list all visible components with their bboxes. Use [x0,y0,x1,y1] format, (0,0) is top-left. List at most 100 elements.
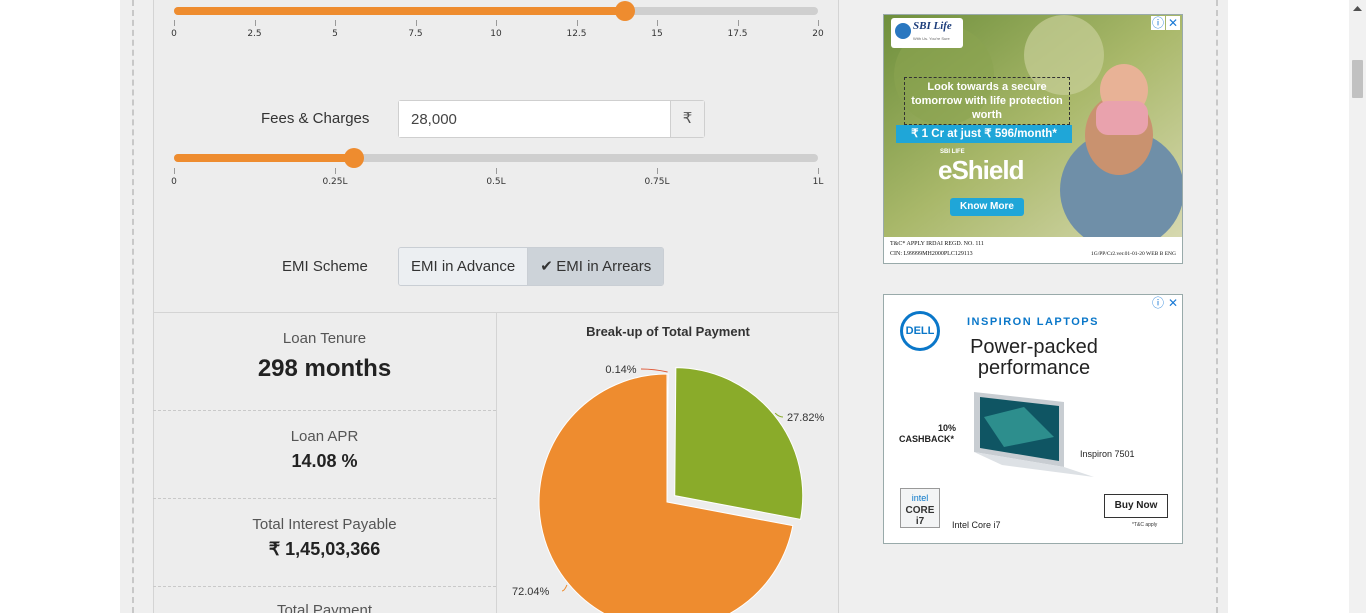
check-icon: ✔ [540,258,553,275]
slider-tick-label: 0.75L [644,177,670,187]
pie-data-label: 72.04% [512,586,550,598]
slider-tick-label: 7.5 [408,29,423,39]
slider-tick [657,20,658,26]
fees-input-group: ₹ [398,100,705,138]
emi-scheme-toggle: EMI in Advance ✔ EMI in Arrears [398,247,665,286]
slider-tick-label: 17.5 [727,29,748,39]
slider-tick-label: 10 [490,29,502,39]
right-dashed-border [1216,0,1218,613]
slider-tick [818,20,819,26]
slider-handle[interactable] [614,1,635,21]
pie-data-label: 0.14% [605,364,636,376]
fees-ticks: 0 0.25L 0.5L 0.75L 1L [171,168,823,188]
pie-connector [561,584,568,592]
slider-tick-label: 20 [812,29,824,39]
total-interest-stat: Total Interest Payable ₹ 1,45,03,366 [153,516,496,560]
ad1-disclaimer-1: T&C* APPLY IRDAI REGD. NO. 111 [890,241,984,247]
cashback-pct: 10% [938,423,957,433]
left-dashed-border [132,0,134,613]
dell-ad[interactable]: DELL INSPIRON LAPTOPS Power-packed perfo… [883,294,1183,544]
dell-tagline: INSPIRON LAPTOPS [967,316,1099,328]
emi-arrears-button[interactable]: ✔ EMI in Arrears [527,248,664,285]
loan-apr-value: 14.08 % [291,451,358,471]
pie-connector [774,412,784,418]
fees-label: Fees & Charges [261,110,370,127]
sbi-life-sub: With Us. You're Sure [913,36,950,41]
scrollbar-thumb[interactable] [1352,60,1363,98]
total-payment-stat: Total Payment [153,602,496,613]
dell-headline: Power-packed performance [970,336,1098,379]
slider-tick-label: 5 [332,29,338,39]
sbi-life-logo: SBI Life With Us. You're Sure [891,18,963,48]
core-i7-label: CORE i7 [905,505,935,527]
pie-connector [640,368,668,373]
slider-tick [576,20,578,26]
ad-info-icon[interactable]: ⓘ [1151,16,1165,30]
sbi-logo-icon [895,23,911,39]
buy-now-button[interactable]: Buy Now [1104,494,1168,518]
slider-tick [254,20,256,26]
slider-tick-label: 12.5 [566,29,587,39]
chart-title: Break-up of Total Payment [586,324,750,339]
ad1-disclaimer-2: CIN: L99999MH2000PLC129113 [890,251,973,257]
loan-tenure-slider[interactable] [174,1,818,21]
slider-tick-label: 0.25L [322,177,348,187]
slider-tick-label: 0 [171,29,177,39]
slider-tick [415,20,417,26]
laptop-model: Inspiron 7501 [1080,449,1135,459]
stat-divider [153,410,496,411]
fees-slider[interactable] [174,148,818,168]
total-payment-label: Total Payment [276,602,373,613]
slider-tick-label: 1L [812,177,824,187]
slider-tick [174,20,175,26]
emi-scheme-label: EMI Scheme [282,258,368,275]
rupee-addon: ₹ [670,101,704,137]
slider-tick [496,168,497,174]
pie-chart: 0.14% 27.82% 72.04% [512,364,825,613]
loan-tenure-value: 298 months [257,355,392,382]
loan-tenure-stat: Loan Tenure 298 months [153,330,496,383]
ad-close-icon[interactable]: ✕ [1166,16,1180,30]
dell-tc: *T&C apply [1132,522,1158,528]
emi-arrears-label: EMI in Arrears [556,258,652,275]
slider-tick-label: 0.5L [486,177,506,187]
laptop-image [974,392,1094,477]
loan-tenure-label: Loan Tenure [282,330,367,347]
page: 0 2.5 5 7.5 10 12.5 15 17.5 20 Fees & Charges ₹ … [0,0,1366,613]
page-scrollbar[interactable] [1349,0,1366,613]
slider-tick [174,168,175,174]
intel-badge: intel CORE i7 [900,488,940,528]
ad-close-icon[interactable]: ✕ [1166,296,1180,310]
stat-divider [153,586,496,587]
fees-input[interactable] [399,101,671,137]
cashback-word: CASHBACK* [899,434,955,444]
results-column: Loan Tenure 298 months Loan APR 14.08 % … [153,312,497,613]
stat-divider [153,498,496,499]
know-more-button[interactable]: Know More [950,198,1024,216]
slider-fill [174,7,625,15]
total-interest-label: Total Interest Payable [252,516,397,533]
total-interest-value: ₹ 1,45,03,366 [268,539,381,559]
slider-tick [496,20,497,26]
slider-tick-label: 15 [651,29,663,39]
ad-info-icon[interactable]: ⓘ [1151,296,1165,310]
emi-advance-button[interactable]: EMI in Advance [399,248,528,285]
slider-fill [174,154,355,162]
slider-tick-label: 0 [171,177,177,187]
sbi-life-brand: SBI Life [913,20,952,32]
ad1-code: 1G/PP/Cr2.ver.01-01-20 WEB B ENG [1091,251,1176,257]
pie-slice[interactable] [674,367,804,520]
slider-tick [657,168,658,174]
slider-tick [737,20,739,26]
loan-apr-stat: Loan APR 14.08 % [153,428,496,472]
slider-tick-label: 2.5 [247,29,262,39]
ad1-offer: ₹ 1 Cr at just ₹ 596/month* [896,125,1072,143]
eshield-logo: eShield [938,155,1024,185]
slider-tick [335,20,336,26]
loan-tenure-ticks: 0 2.5 5 7.5 10 12.5 15 17.5 20 [171,20,824,40]
sbi-life-ad[interactable]: SBI Life With Us. You're Sure Look towar… [883,14,1183,264]
loan-apr-label: Loan APR [290,428,359,445]
scroll-up-icon[interactable] [1349,0,1366,17]
intel-logo: intel [911,493,929,503]
pie-data-label: 27.82% [787,412,825,424]
